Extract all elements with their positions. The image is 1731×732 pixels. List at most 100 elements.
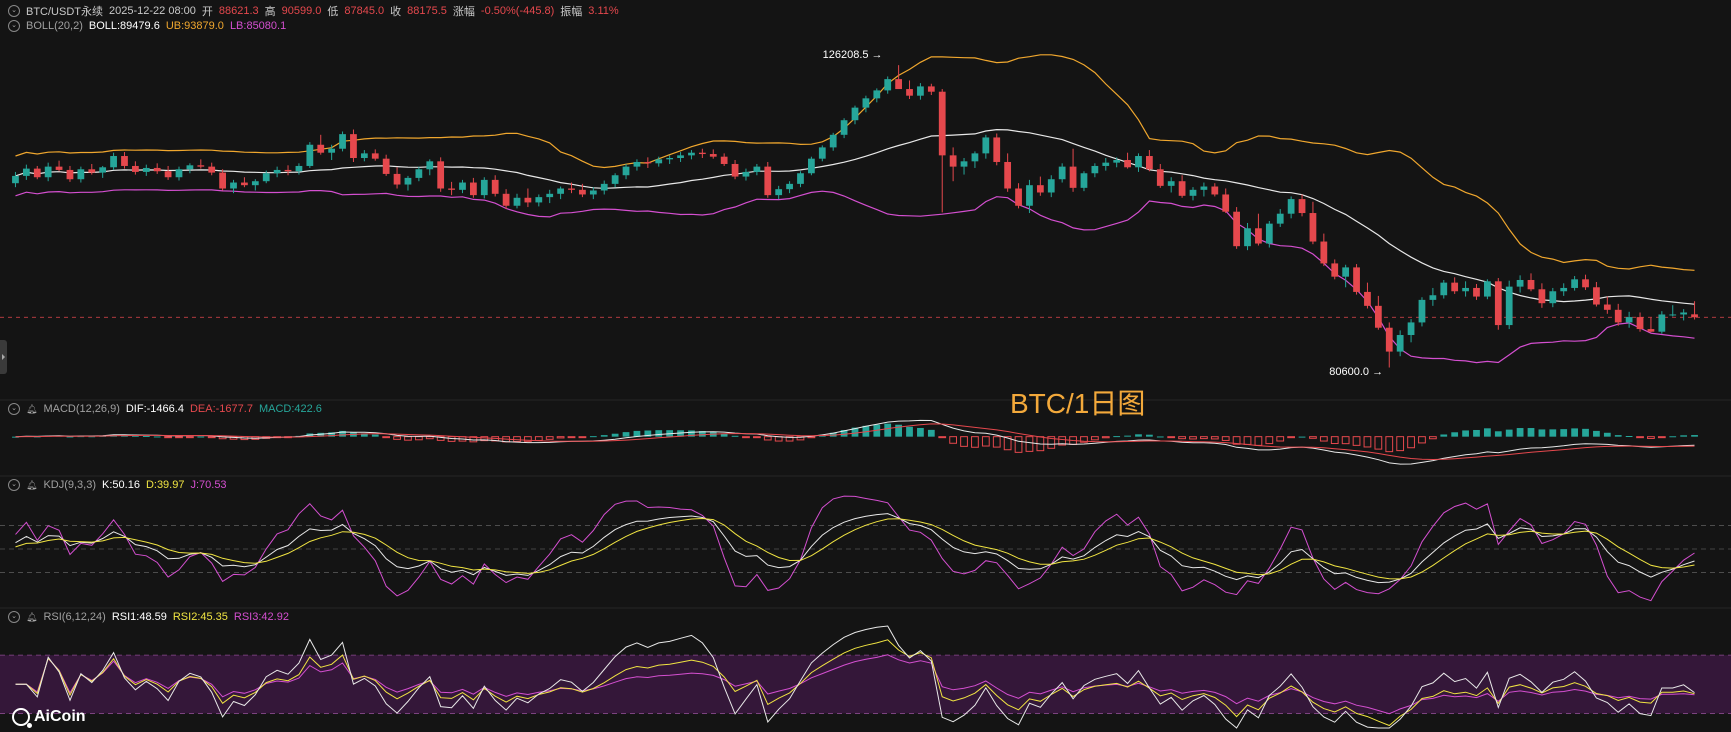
macd-bar — [1571, 428, 1578, 437]
candle-body — [1625, 317, 1633, 323]
candle-body — [818, 147, 826, 159]
macd-bar — [1025, 436, 1034, 452]
candle-body — [1440, 282, 1448, 296]
macd-legend: ⌄ 🔔︎ MACD(12,26,9) DIF:-1466.4 DEA:-1677… — [8, 403, 328, 415]
candle-body — [230, 182, 237, 189]
collapse-icon[interactable]: ⌄ — [8, 20, 20, 32]
candle-body — [1429, 295, 1437, 300]
candle-body — [1200, 186, 1208, 190]
bell-icon[interactable]: 🔔︎ — [26, 404, 37, 415]
candle-body — [480, 179, 488, 196]
macd-bar — [1298, 436, 1306, 438]
collapse-icon[interactable]: ⌄ — [8, 479, 20, 491]
kdj-k: K:50.16 — [102, 479, 140, 491]
close-value: 88175.5 — [407, 5, 447, 17]
macd-bar — [1189, 436, 1197, 440]
candle-body — [306, 144, 314, 166]
kdj-name[interactable]: KDJ(9,3,3) — [43, 479, 96, 491]
candle-body — [982, 137, 990, 154]
candle-body — [186, 165, 194, 170]
candle-body — [775, 189, 783, 196]
macd-bar — [1014, 436, 1023, 453]
bell-icon[interactable]: 🔔︎ — [26, 480, 37, 491]
candle-body — [731, 163, 739, 177]
macd-bar — [1407, 436, 1415, 449]
macd-bar — [1462, 430, 1469, 437]
macd-bar — [622, 432, 630, 437]
candle-body — [121, 156, 128, 166]
candle-body — [262, 173, 270, 182]
macd-name[interactable]: MACD(12,26,9) — [43, 403, 119, 415]
candle-body — [1658, 314, 1666, 332]
macd-bar — [906, 426, 913, 437]
kdj-legend: ⌄ 🔔︎ KDJ(9,3,3) K:50.16 D:39.97 J:70.53 — [8, 479, 233, 491]
macd-bar — [971, 436, 979, 448]
high-value: 90599.0 — [281, 5, 322, 17]
candle-body — [829, 134, 837, 148]
candle-body — [666, 158, 674, 160]
candle-body — [1255, 228, 1262, 244]
macd-bar — [742, 436, 750, 439]
candle-body — [1582, 279, 1589, 288]
candle-body — [1189, 189, 1197, 196]
candle-body — [1364, 291, 1371, 306]
candle-body — [153, 167, 161, 172]
candle-body — [1680, 312, 1688, 315]
chart-root[interactable]: ⌄ BTC/USDT永续 2025-12-22 08:00 开 88621.3 … — [0, 0, 1731, 732]
macd-bar — [600, 435, 608, 437]
rsi-name[interactable]: RSI(6,12,24) — [43, 611, 105, 623]
macd-dea: DEA:-1677.7 — [189, 403, 253, 415]
candle-body — [208, 166, 216, 173]
candle-body — [1538, 289, 1546, 304]
candle-body — [688, 152, 695, 156]
macd-bar — [1178, 436, 1186, 440]
candle-body — [1276, 213, 1284, 224]
macd-bar — [1341, 436, 1350, 445]
macd-bar — [1516, 428, 1524, 437]
macd-bar — [404, 436, 412, 441]
macd-bar — [1636, 436, 1644, 439]
macd-bar — [884, 423, 892, 437]
macd-dif-line — [15, 419, 1695, 465]
candle-body — [764, 166, 772, 196]
symbol-label[interactable]: BTC/USDT永续 — [26, 3, 103, 19]
candle-body — [99, 167, 107, 173]
candle-body — [720, 156, 728, 164]
kdj-j: J:70.53 — [190, 479, 227, 491]
candle-body — [404, 177, 412, 185]
candle-body — [1167, 181, 1175, 186]
candle-body — [906, 89, 913, 96]
macd-bar — [1385, 436, 1394, 453]
collapse-icon[interactable]: ⌄ — [8, 5, 20, 17]
candle-body — [677, 155, 684, 159]
side-panel-handle[interactable] — [0, 340, 7, 374]
open-label: 开 — [201, 6, 213, 18]
candle-body — [1026, 185, 1033, 206]
candle-body — [241, 182, 248, 186]
macd-bar — [1330, 436, 1339, 445]
candle-body — [44, 166, 52, 178]
candle-body — [1320, 241, 1328, 264]
candle-body — [1374, 305, 1382, 328]
macd-bar — [186, 436, 194, 439]
macd-bar — [1243, 436, 1252, 445]
candle-body — [557, 188, 564, 194]
candle-body — [284, 169, 292, 172]
collapse-icon[interactable]: ⌄ — [8, 403, 20, 415]
macd-bar — [1319, 436, 1328, 442]
macd-bar — [589, 436, 597, 438]
candle-body — [110, 156, 117, 168]
collapse-icon[interactable]: ⌄ — [8, 611, 20, 623]
candle-body — [437, 161, 445, 189]
candle-body — [808, 158, 815, 174]
macd-bar — [1135, 434, 1142, 437]
boll-mid-line — [15, 128, 1695, 305]
macd-bar — [1363, 436, 1372, 448]
candle-body — [1505, 286, 1513, 326]
rsi-1: RSI1:48.59 — [111, 611, 167, 623]
boll-name[interactable]: BOLL(20,2) — [26, 20, 83, 32]
candle-body — [589, 190, 597, 195]
candle-body — [753, 166, 761, 172]
bell-icon[interactable]: 🔔︎ — [26, 612, 37, 623]
macd-bar — [917, 427, 924, 437]
